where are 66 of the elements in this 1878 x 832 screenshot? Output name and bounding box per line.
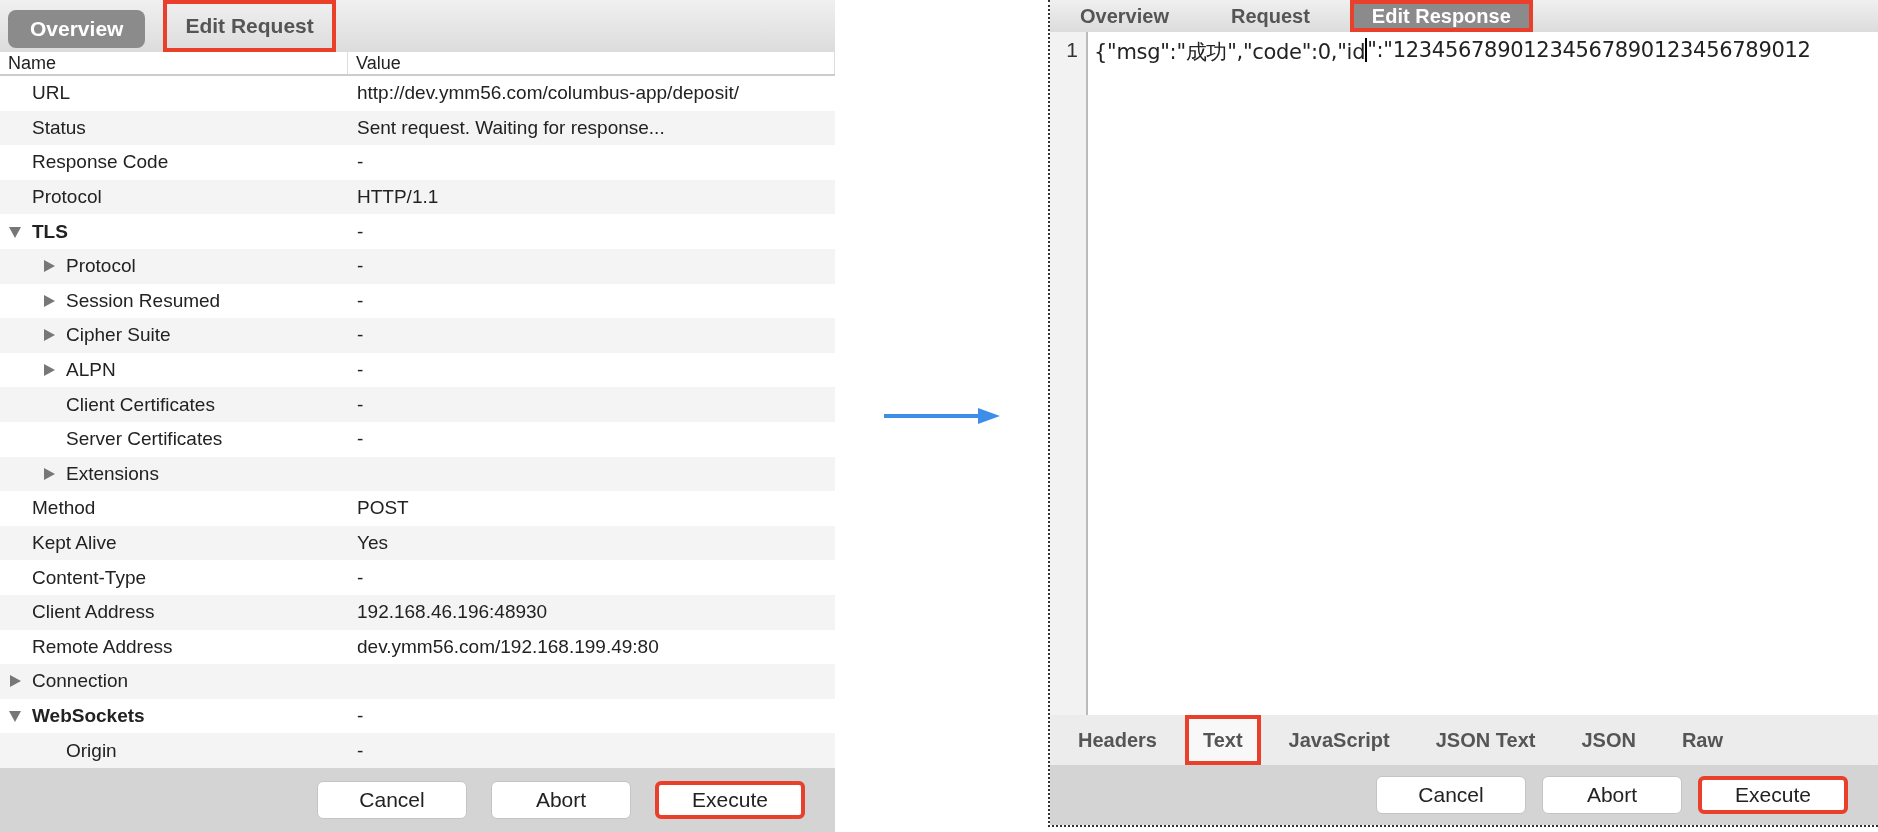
property-value: - <box>356 705 365 727</box>
property-name: Response Code <box>32 151 169 174</box>
view-tab[interactable]: Text <box>1184 715 1261 765</box>
property-value: HTTP/1.1 <box>356 186 440 209</box>
property-name: URL <box>32 82 70 105</box>
property-value: 192.168.46.196:48930 <box>356 601 549 624</box>
property-value: - <box>356 289 365 312</box>
code-line[interactable]: {"msg":"成功","code":0,"id":"12345678901234567890123456789012 <box>1088 32 1811 715</box>
property-name: Client Address <box>32 601 155 624</box>
property-name: ALPN <box>66 359 116 382</box>
arrow-icon <box>881 406 1002 426</box>
line-number: 1 <box>1050 32 1088 715</box>
tab[interactable]: Request <box>1208 0 1332 32</box>
property-name: Content-Type <box>32 566 147 589</box>
view-tab[interactable]: Raw <box>1663 715 1741 765</box>
property-name: Cipher Suite <box>66 324 171 347</box>
column-header[interactable]: Name <box>0 52 348 74</box>
view-tab[interactable]: Headers <box>1060 715 1175 765</box>
property-name: Server Certificates <box>66 428 223 451</box>
property-value: - <box>356 255 365 278</box>
property-name: Origin <box>66 739 117 762</box>
triangle-right-icon[interactable] <box>8 674 22 689</box>
property-name: Method <box>32 497 96 520</box>
triangle-down-icon[interactable] <box>8 224 22 239</box>
property-value: - <box>356 393 365 416</box>
dialog-button[interactable]: Execute <box>655 780 805 819</box>
property-value: - <box>356 739 365 762</box>
property-name: Remote Address <box>32 635 173 658</box>
tab[interactable]: Overview <box>1058 0 1191 32</box>
property-value: - <box>356 324 365 347</box>
property-name: Status <box>32 116 86 139</box>
property-name: Kept Alive <box>32 532 117 554</box>
dialog-button[interactable]: Cancel <box>317 780 467 819</box>
property-name: Client Certificates <box>66 393 215 416</box>
property-name: Connection <box>32 670 129 693</box>
triangle-right-icon[interactable] <box>42 328 56 343</box>
column-header[interactable]: Value <box>348 52 835 74</box>
triangle-right-icon[interactable] <box>42 259 56 274</box>
property-value: - <box>356 220 365 243</box>
view-tab[interactable]: JSON Text <box>1417 715 1554 765</box>
tab[interactable]: Edit Request <box>163 0 336 52</box>
property-name: Protocol <box>66 255 136 278</box>
dialog-button[interactable]: Abort <box>491 780 631 819</box>
property-value: POST <box>356 497 410 520</box>
dialog-button[interactable]: Execute <box>1698 776 1848 814</box>
triangle-right-icon[interactable] <box>42 466 56 481</box>
property-value: Sent request. Waiting for response... <box>356 116 666 139</box>
property-name: TLS <box>32 220 68 243</box>
view-tab[interactable]: JavaScript <box>1270 715 1408 765</box>
dialog-button[interactable]: Abort <box>1542 776 1682 814</box>
property-value: - <box>356 566 365 589</box>
property-name: Protocol <box>32 186 102 209</box>
view-tab[interactable]: JSON <box>1563 715 1654 765</box>
dialog-button[interactable]: Cancel <box>1376 776 1526 814</box>
property-value: - <box>356 428 365 451</box>
property-name: Session Resumed <box>66 289 221 312</box>
property-name: WebSockets <box>32 705 145 727</box>
triangle-right-icon[interactable] <box>42 363 56 378</box>
property-value: dev.ymm56.com/192.168.199.49:80 <box>356 635 660 658</box>
triangle-right-icon[interactable] <box>42 293 56 308</box>
property-value: Yes <box>356 532 389 554</box>
triangle-down-icon[interactable] <box>8 709 22 723</box>
property-value: http://dev.ymm56.com/columbus-app/deposit/ <box>356 82 740 105</box>
property-value: - <box>356 359 365 382</box>
property-name: Extensions <box>66 462 159 485</box>
property-value: - <box>356 151 365 174</box>
